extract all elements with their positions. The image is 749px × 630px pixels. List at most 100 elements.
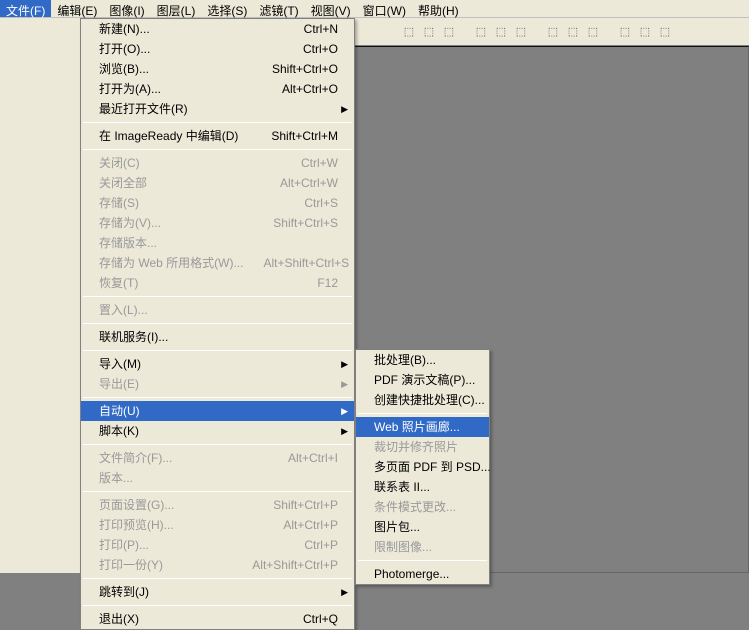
menu-item-shortcut: Ctrl+Q xyxy=(303,612,338,626)
auto-submenu-item[interactable]: 创建快捷批处理(C)... xyxy=(356,390,489,410)
file-menu-item: 页面设置(G)...Shift+Ctrl+P xyxy=(81,495,354,515)
menubar-item-help[interactable]: 帮助(H) xyxy=(412,0,465,17)
menu-item-label: 在 ImageReady 中编辑(D) xyxy=(99,129,238,143)
menu-item-shortcut: Ctrl+N xyxy=(304,22,338,36)
auto-submenu-item: 裁切并修齐照片 xyxy=(356,437,489,457)
file-menu-item: 关闭全部Alt+Ctrl+W xyxy=(81,173,354,193)
menu-separator xyxy=(83,605,352,606)
align-icon[interactable]: ⬚ xyxy=(400,22,418,40)
file-menu-item: 导出(E) ▶ xyxy=(81,374,354,394)
menubar-item-select[interactable]: 选择(S) xyxy=(201,0,253,17)
file-menu-item: 关闭(C)Ctrl+W xyxy=(81,153,354,173)
menu-item-label: 打开(O)... xyxy=(99,42,150,56)
menubar-item-layer[interactable]: 图层(L) xyxy=(151,0,202,17)
menu-item-label: 页面设置(G)... xyxy=(99,498,174,512)
menubar-item-window[interactable]: 窗口(W) xyxy=(357,0,412,17)
file-menu-item: 存储(S) Ctrl+S xyxy=(81,193,354,213)
auto-submenu-item[interactable]: PDF 演示文稿(P)... xyxy=(356,370,489,390)
submenu-arrow-icon: ▶ xyxy=(341,377,348,391)
file-menu-item: 打印预览(H)...Alt+Ctrl+P xyxy=(81,515,354,535)
menu-separator xyxy=(83,397,352,398)
menu-item-shortcut: Ctrl+W xyxy=(301,156,338,170)
menu-item-label: 浏览(B)... xyxy=(99,62,149,76)
menu-item-label: 批处理(B)... xyxy=(374,353,436,367)
menu-item-shortcut: Alt+Ctrl+P xyxy=(283,518,338,532)
menubar-item-file[interactable]: 文件(F) xyxy=(0,0,51,17)
distribute-icon[interactable]: ⬚ xyxy=(656,22,674,40)
menu-separator xyxy=(358,560,487,561)
menubar-item-filter[interactable]: 滤镜(T) xyxy=(253,0,304,17)
menu-item-label: 打印一份(Y) xyxy=(99,558,163,572)
file-menu-item: 文件简介(F)...Alt+Ctrl+I xyxy=(81,448,354,468)
menu-item-shortcut: Ctrl+O xyxy=(303,42,338,56)
file-menu-item: 存储版本... xyxy=(81,233,354,253)
file-menu-item: 打印(P)...Ctrl+P xyxy=(81,535,354,555)
menubar-item-image[interactable]: 图像(I) xyxy=(103,0,150,17)
file-menu-item[interactable]: 自动(U)▶ xyxy=(81,401,354,421)
menu-item-shortcut: F12 xyxy=(317,276,338,290)
file-menu-item: 置入(L)... xyxy=(81,300,354,320)
menu-item-label: 导出(E) xyxy=(99,377,139,391)
file-menu-item[interactable]: 打开为(A)...Alt+Ctrl+O xyxy=(81,79,354,99)
distribute-icon[interactable]: ⬚ xyxy=(544,22,562,40)
menu-item-label: 脚本(K) xyxy=(99,424,139,438)
distribute-icon[interactable]: ⬚ xyxy=(564,22,582,40)
menubar-item-edit[interactable]: 编辑(E) xyxy=(51,0,103,17)
align-icon[interactable]: ⬚ xyxy=(492,22,510,40)
file-menu-item: 存储为 Web 所用格式(W)...Alt+Shift+Ctrl+S xyxy=(81,253,354,273)
submenu-arrow-icon: ▶ xyxy=(341,404,348,418)
menu-item-label: 跳转到(J) xyxy=(99,585,149,599)
file-menu-item[interactable]: 打开(O)... Ctrl+O xyxy=(81,39,354,59)
menu-item-label: 联机服务(I)... xyxy=(99,330,168,344)
menu-separator xyxy=(83,444,352,445)
distribute-icon[interactable]: ⬚ xyxy=(616,22,634,40)
auto-submenu-item[interactable]: Photomerge... xyxy=(356,564,489,584)
menu-item-label: Web 照片画廊... xyxy=(374,420,460,434)
menu-item-label: 存储为(V)... xyxy=(99,216,161,230)
auto-submenu-item[interactable]: 图片包... xyxy=(356,517,489,537)
submenu-arrow-icon: ▶ xyxy=(341,424,348,438)
menu-separator xyxy=(83,350,352,351)
file-menu-item[interactable]: 联机服务(I)... xyxy=(81,327,354,347)
menu-separator xyxy=(83,296,352,297)
menu-item-shortcut: Alt+Shift+Ctrl+S xyxy=(263,256,349,270)
menubar-item-view[interactable]: 视图(V) xyxy=(305,0,357,17)
align-icon[interactable]: ⬚ xyxy=(420,22,438,40)
file-menu-item[interactable]: 在 ImageReady 中编辑(D)Shift+Ctrl+M xyxy=(81,126,354,146)
menu-item-label: 限制图像... xyxy=(374,540,432,554)
align-icon[interactable]: ⬚ xyxy=(472,22,490,40)
auto-submenu-item[interactable]: Web 照片画廊... xyxy=(356,417,489,437)
file-menu-item[interactable]: 浏览(B)...Shift+Ctrl+O xyxy=(81,59,354,79)
file-menu-item[interactable]: 新建(N)...Ctrl+N xyxy=(81,19,354,39)
menu-item-shortcut: Shift+Ctrl+S xyxy=(273,216,338,230)
auto-submenu-item[interactable]: 多页面 PDF 到 PSD... xyxy=(356,457,489,477)
auto-submenu-item[interactable]: 联系表 II... xyxy=(356,477,489,497)
file-menu-item: 打印一份(Y) Alt+Shift+Ctrl+P xyxy=(81,555,354,575)
menu-item-label: 创建快捷批处理(C)... xyxy=(374,393,485,407)
menu-separator xyxy=(83,122,352,123)
submenu-arrow-icon: ▶ xyxy=(341,102,348,116)
file-menu-item[interactable]: 跳转到(J) ▶ xyxy=(81,582,354,602)
file-menu-item[interactable]: 脚本(K) ▶ xyxy=(81,421,354,441)
menu-item-label: 多页面 PDF 到 PSD... xyxy=(374,460,491,474)
menu-item-shortcut: Ctrl+S xyxy=(304,196,338,210)
auto-submenu-item[interactable]: 批处理(B)... xyxy=(356,350,489,370)
options-sidebar xyxy=(0,18,80,573)
menu-item-shortcut: Alt+Ctrl+W xyxy=(280,176,338,190)
file-menu-item[interactable]: 最近打开文件(R)▶ xyxy=(81,99,354,119)
file-menu-item[interactable]: 退出(X)Ctrl+Q xyxy=(81,609,354,629)
align-icon[interactable]: ⬚ xyxy=(512,22,530,40)
file-menu-item: 版本... xyxy=(81,468,354,488)
submenu-arrow-icon: ▶ xyxy=(341,585,348,599)
menu-item-label: 导入(M) xyxy=(99,357,141,371)
menu-item-label: Photomerge... xyxy=(374,567,449,581)
menu-item-label: 存储(S) xyxy=(99,196,139,210)
menu-item-label: 联系表 II... xyxy=(374,480,430,494)
auto-submenu: 批处理(B)... PDF 演示文稿(P)... 创建快捷批处理(C)... Web … xyxy=(355,349,490,585)
distribute-icon[interactable]: ⬚ xyxy=(584,22,602,40)
auto-submenu-item: 条件模式更改... xyxy=(356,497,489,517)
menu-item-shortcut: Alt+Shift+Ctrl+P xyxy=(252,558,338,572)
align-icon[interactable]: ⬚ xyxy=(440,22,458,40)
distribute-icon[interactable]: ⬚ xyxy=(636,22,654,40)
file-menu-item[interactable]: 导入(M)▶ xyxy=(81,354,354,374)
